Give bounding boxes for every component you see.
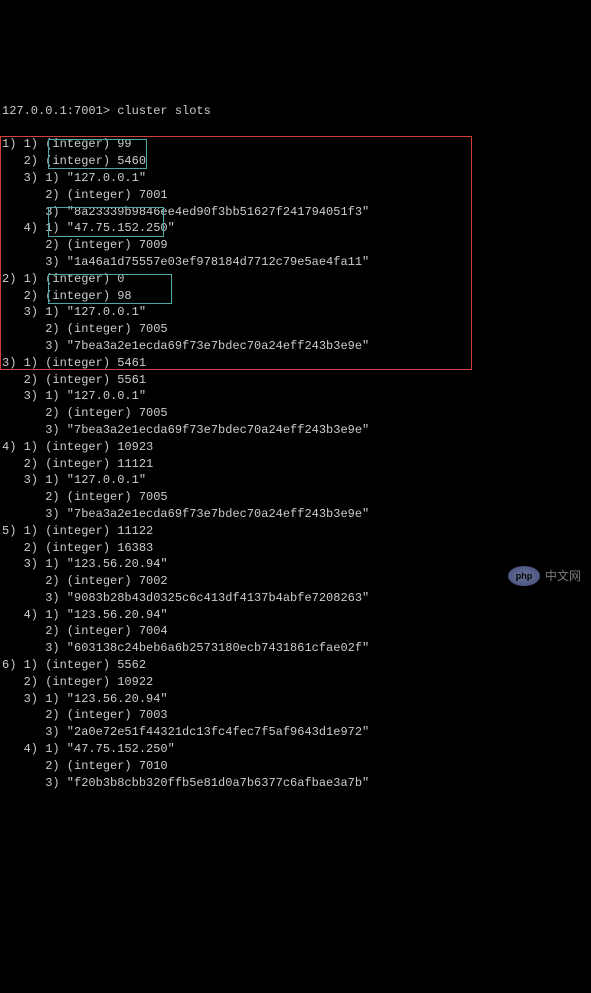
output-line: 2) 1) (integer) 0: [0, 271, 591, 288]
output-line: 4) 1) (integer) 10923: [0, 439, 591, 456]
output-line: 5) 1) (integer) 11122: [0, 523, 591, 540]
output-line: 3) 1) "127.0.0.1": [0, 170, 591, 187]
output-line: 2) (integer) 11121: [0, 456, 591, 473]
output-line: 6) 1) (integer) 5562: [0, 657, 591, 674]
output-line: 2) (integer) 16383: [0, 540, 591, 557]
output-line: 2) (integer) 7010: [0, 758, 591, 775]
output-line: 3) 1) "123.56.20.94": [0, 691, 591, 708]
output-line: 3) "8a23339b9846ee4ed90f3bb51627f2417940…: [0, 204, 591, 221]
output-line: 3) "9083b28b43d0325c6c413df4137b4abfe720…: [0, 590, 591, 607]
output-line: 2) (integer) 10922: [0, 674, 591, 691]
output-line: 2) (integer) 7005: [0, 405, 591, 422]
prompt-line: 127.0.0.1:7001> cluster slots: [0, 103, 591, 120]
output-line: 2) (integer) 7004: [0, 623, 591, 640]
output-line: 4) 1) "47.75.152.250": [0, 741, 591, 758]
output-line: 4) 1) "123.56.20.94": [0, 607, 591, 624]
output-line: 2) (integer) 7002: [0, 573, 591, 590]
output-line: 2) (integer) 7005: [0, 489, 591, 506]
output-line: 4) 1) "47.75.152.250": [0, 220, 591, 237]
php-logo-icon: php: [508, 566, 540, 586]
output-line: 3) "7bea3a2e1ecda69f73e7bdec70a24eff243b…: [0, 338, 591, 355]
output-line: 3) 1) "127.0.0.1": [0, 388, 591, 405]
watermark-text: 中文网: [545, 568, 581, 585]
output-line: 3) 1) "127.0.0.1": [0, 472, 591, 489]
output-line: 3) "1a46a1d75557e03ef978184d7712c79e5ae4…: [0, 254, 591, 271]
output-line: 3) "2a0e72e51f44321dc13fc4fec7f5af9643d1…: [0, 724, 591, 741]
output-line: 3) "7bea3a2e1ecda69f73e7bdec70a24eff243b…: [0, 506, 591, 523]
output-line: 3) 1) "123.56.20.94": [0, 556, 591, 573]
output-line: 2) (integer) 5460: [0, 153, 591, 170]
output-line: 2) (integer) 5561: [0, 372, 591, 389]
output-line: 2) (integer) 7003: [0, 707, 591, 724]
header-partial-line: [0, 69, 591, 86]
output-line: 2) (integer) 98: [0, 288, 591, 305]
output-line: 2) (integer) 7001: [0, 187, 591, 204]
output-line: 1) 1) (integer) 99: [0, 136, 591, 153]
watermark: php 中文网: [508, 566, 581, 586]
terminal-output: 1) 1) (integer) 99 2) (integer) 5460 3) …: [0, 136, 591, 791]
output-line: 3) "f20b3b8cbb320ffb5e81d0a7b6377c6afbae…: [0, 775, 591, 792]
output-line: 3) 1) "127.0.0.1": [0, 304, 591, 321]
output-line: 3) "7bea3a2e1ecda69f73e7bdec70a24eff243b…: [0, 422, 591, 439]
output-line: 3) 1) (integer) 5461: [0, 355, 591, 372]
output-line: 2) (integer) 7005: [0, 321, 591, 338]
output-line: 3) "603138c24beb6a6b2573180ecb7431861cfa…: [0, 640, 591, 657]
output-line: 2) (integer) 7009: [0, 237, 591, 254]
